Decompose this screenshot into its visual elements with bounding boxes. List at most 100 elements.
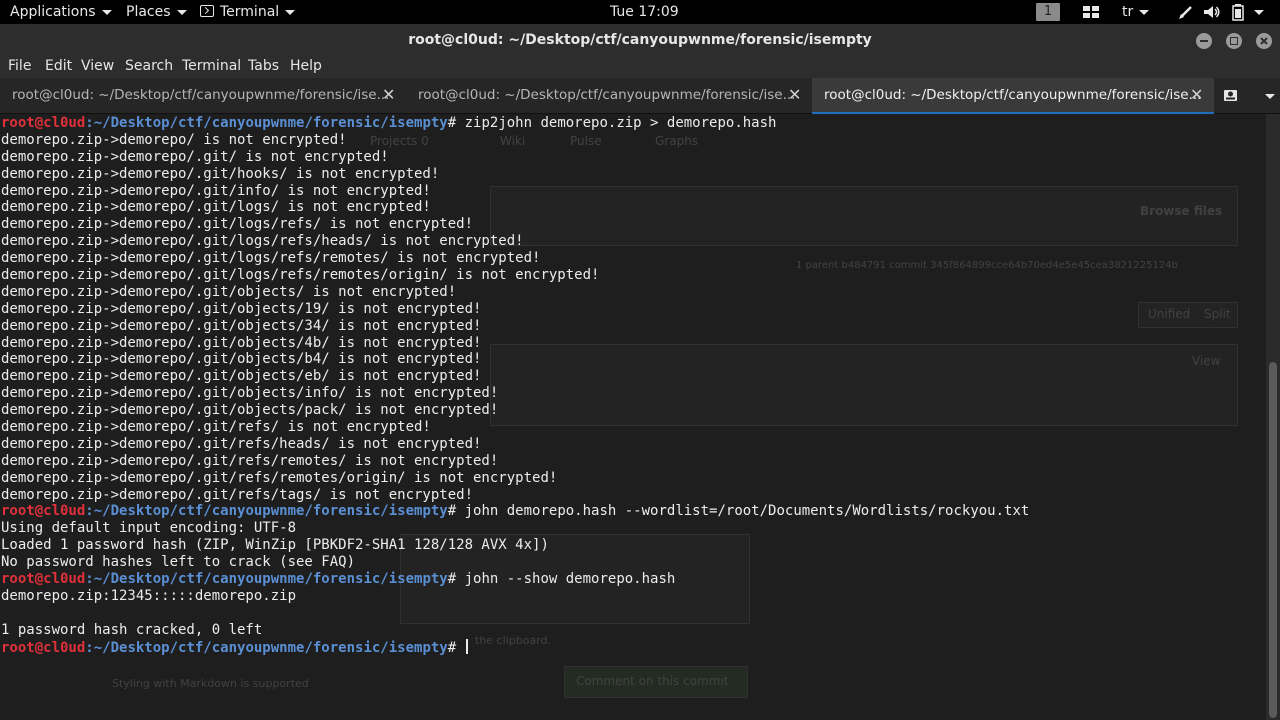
menu-search[interactable]: Search — [125, 56, 173, 76]
output-text: demorepo.zip->demorepo/.git/objects/ is … — [1, 283, 457, 300]
output-text: demorepo.zip->demorepo/.git/refs/ is not… — [1, 419, 431, 436]
clock-label: Tue 17:09 — [610, 4, 679, 20]
pen-icon[interactable] — [1178, 4, 1194, 20]
terminal-output-line: demorepo.zip->demorepo/.git/logs/refs/re… — [1, 250, 1263, 267]
menu-tabs[interactable]: Tabs — [248, 56, 279, 76]
tab-list-button[interactable] — [1250, 78, 1280, 114]
terminal-app-menu[interactable]: Terminal — [200, 0, 296, 24]
prompt-user: root@cl0ud — [1, 571, 86, 588]
command-text: zip2john demorepo.zip > demorepo.hash — [456, 115, 777, 131]
chevron-down-icon[interactable] — [1254, 10, 1264, 15]
top-panel: Applications Places Terminal Tue 17:09 1… — [0, 0, 1280, 24]
menu-view[interactable]: View — [81, 56, 114, 76]
keyboard-layout-menu[interactable]: tr — [1122, 0, 1150, 24]
chevron-down-icon — [1139, 9, 1150, 15]
window-title: root@cl0ud: ~/Desktop/ctf/canyoupwnme/fo… — [408, 32, 872, 48]
output-text: No password hashes left to crack (see FA… — [1, 554, 356, 571]
terminal-output: root@cl0ud:~/Desktop/ctf/canyoupwnme/for… — [1, 115, 1263, 656]
terminal-output-line: demorepo.zip->demorepo/.git/objects/4b/ … — [1, 335, 1263, 352]
terminal-prompt-line: root@cl0ud:~/Desktop/ctf/canyoupwnme/for… — [1, 638, 1263, 656]
menu-terminal[interactable]: Terminal — [182, 56, 241, 76]
new-tab-button[interactable] — [1214, 78, 1246, 114]
minimize-icon — [1200, 40, 1208, 42]
chevron-down-icon — [285, 9, 296, 15]
menu-help[interactable]: Help — [290, 56, 322, 76]
window-titlebar[interactable]: root@cl0ud: ~/Desktop/ctf/canyoupwnme/fo… — [0, 24, 1280, 56]
terminal-output-line: demorepo.zip->demorepo/.git/refs/remotes… — [1, 453, 1263, 470]
workspace-number: 1 — [1043, 4, 1053, 19]
output-text: demorepo.zip->demorepo/.git/refs/remotes… — [1, 452, 499, 469]
workspace-indicator[interactable]: 1 — [1036, 3, 1060, 21]
terminal-output-line: Loaded 1 password hash (ZIP, WinZip [PBK… — [1, 537, 1263, 554]
prompt-symbol: # — [447, 639, 457, 656]
places-menu[interactable]: Places — [126, 0, 187, 24]
tab-label: root@cl0ud: ~/Desktop/ctf/canyoupwnme/fo… — [12, 87, 390, 103]
menu-bar: File Edit View Search Terminal Tabs Help — [0, 56, 1280, 78]
apps-grid-icon[interactable] — [1082, 5, 1100, 19]
output-text: demorepo.zip->demorepo/.git/info/ is not… — [1, 182, 431, 199]
keyboard-layout-label: tr — [1122, 4, 1134, 20]
scrollbar-thumb[interactable] — [1269, 362, 1277, 718]
prompt-symbol: # — [447, 571, 457, 588]
places-label: Places — [126, 4, 171, 20]
prompt-user: root@cl0ud — [1, 639, 86, 656]
terminal-prompt-line: root@cl0ud:~/Desktop/ctf/canyoupwnme/for… — [1, 571, 1263, 588]
close-window-button[interactable] — [1256, 33, 1272, 49]
clock[interactable]: Tue 17:09 — [610, 0, 679, 24]
output-text: demorepo.zip->demorepo/.git/logs/refs/re… — [1, 250, 541, 267]
menu-edit[interactable]: Edit — [45, 56, 72, 76]
battery-icon[interactable] — [1232, 4, 1244, 21]
terminal-output-line: demorepo.zip->demorepo/.git/refs/remotes… — [1, 470, 1263, 487]
terminal-output-line: demorepo.zip->demorepo/.git/ is not encr… — [1, 149, 1263, 166]
terminal-view[interactable]: Projects 0 Wiki Pulse Graphs Browse file… — [0, 114, 1280, 720]
prompt-path: :~/Desktop/ctf/canyoupwnme/forensic/isem… — [85, 639, 448, 656]
terminal-output-line: demorepo.zip->demorepo/.git/objects/info… — [1, 385, 1263, 402]
tab-3[interactable]: root@cl0ud: ~/Desktop/ctf/canyoupwnme/fo… — [812, 78, 1214, 114]
new-tab-icon — [1224, 90, 1237, 101]
menu-file[interactable]: File — [8, 56, 31, 76]
terminal-prompt-line: root@cl0ud:~/Desktop/ctf/canyoupwnme/for… — [1, 503, 1263, 520]
chevron-down-icon — [101, 9, 112, 15]
prompt-user: root@cl0ud — [1, 115, 86, 131]
terminal-output-line: Using default input encoding: UTF-8 — [1, 520, 1263, 537]
prompt-path: :~/Desktop/ctf/canyoupwnme/forensic/isem… — [85, 115, 448, 131]
output-text: demorepo.zip->demorepo/.git/refs/heads/ … — [1, 435, 482, 452]
minimize-button[interactable] — [1196, 33, 1212, 49]
terminal-output-line: demorepo.zip->demorepo/.git/objects/b4/ … — [1, 351, 1263, 368]
ghost-comment-label: Comment on this commit — [576, 674, 729, 688]
terminal-output-line: demorepo.zip->demorepo/ is not encrypted… — [1, 132, 1263, 149]
tab-label: root@cl0ud: ~/Desktop/ctf/canyoupwnme/fo… — [418, 87, 796, 103]
output-text: demorepo.zip->demorepo/.git/objects/pack… — [1, 402, 499, 419]
terminal-scrollbar[interactable] — [1266, 114, 1280, 720]
tab-1[interactable]: root@cl0ud: ~/Desktop/ctf/canyoupwnme/fo… — [0, 78, 406, 114]
command-text: john demorepo.hash --wordlist=/root/Docu… — [456, 503, 1030, 520]
command-text — [456, 640, 464, 656]
tab-2[interactable]: root@cl0ud: ~/Desktop/ctf/canyoupwnme/fo… — [406, 78, 812, 114]
output-text: demorepo.zip->demorepo/.git/logs/refs/re… — [1, 267, 600, 284]
terminal-app-label: Terminal — [220, 4, 280, 20]
output-text: demorepo.zip:12345:::::demorepo.zip — [1, 587, 297, 604]
terminal-output-line: demorepo.zip->demorepo/.git/objects/eb/ … — [1, 368, 1263, 385]
text-cursor — [465, 638, 468, 654]
maximize-button[interactable] — [1226, 33, 1242, 49]
terminal-output-line: demorepo.zip->demorepo/.git/objects/ is … — [1, 284, 1263, 301]
command-text: john --show demorepo.hash — [456, 571, 676, 588]
tab-bar: root@cl0ud: ~/Desktop/ctf/canyoupwnme/fo… — [0, 78, 1280, 114]
maximize-icon — [1230, 37, 1238, 45]
terminal-output-line: demorepo.zip->demorepo/.git/objects/34/ … — [1, 318, 1263, 335]
tab-close-icon[interactable]: ✕ — [1190, 78, 1203, 112]
terminal-output-line: No password hashes left to crack (see FA… — [1, 554, 1263, 571]
output-text: demorepo.zip->demorepo/.git/objects/34/ … — [1, 317, 482, 334]
volume-icon[interactable] — [1203, 4, 1221, 20]
output-text: demorepo.zip->demorepo/.git/objects/4b/ … — [1, 334, 482, 351]
output-text: demorepo.zip->demorepo/ is not encrypted… — [1, 131, 347, 148]
output-text: demorepo.zip->demorepo/.git/objects/info… — [1, 385, 499, 402]
terminal-output-line: demorepo.zip->demorepo/.git/objects/19/ … — [1, 301, 1263, 318]
applications-menu[interactable]: Applications — [10, 0, 112, 24]
tab-label: root@cl0ud: ~/Desktop/ctf/canyoupwnme/fo… — [824, 87, 1202, 103]
tab-close-icon[interactable]: ✕ — [382, 78, 395, 112]
terminal-output-line: demorepo.zip->demorepo/.git/refs/heads/ … — [1, 436, 1263, 453]
applications-label: Applications — [10, 4, 96, 20]
tab-close-icon[interactable]: ✕ — [788, 78, 801, 112]
terminal-output-line: demorepo.zip->demorepo/.git/info/ is not… — [1, 183, 1263, 200]
